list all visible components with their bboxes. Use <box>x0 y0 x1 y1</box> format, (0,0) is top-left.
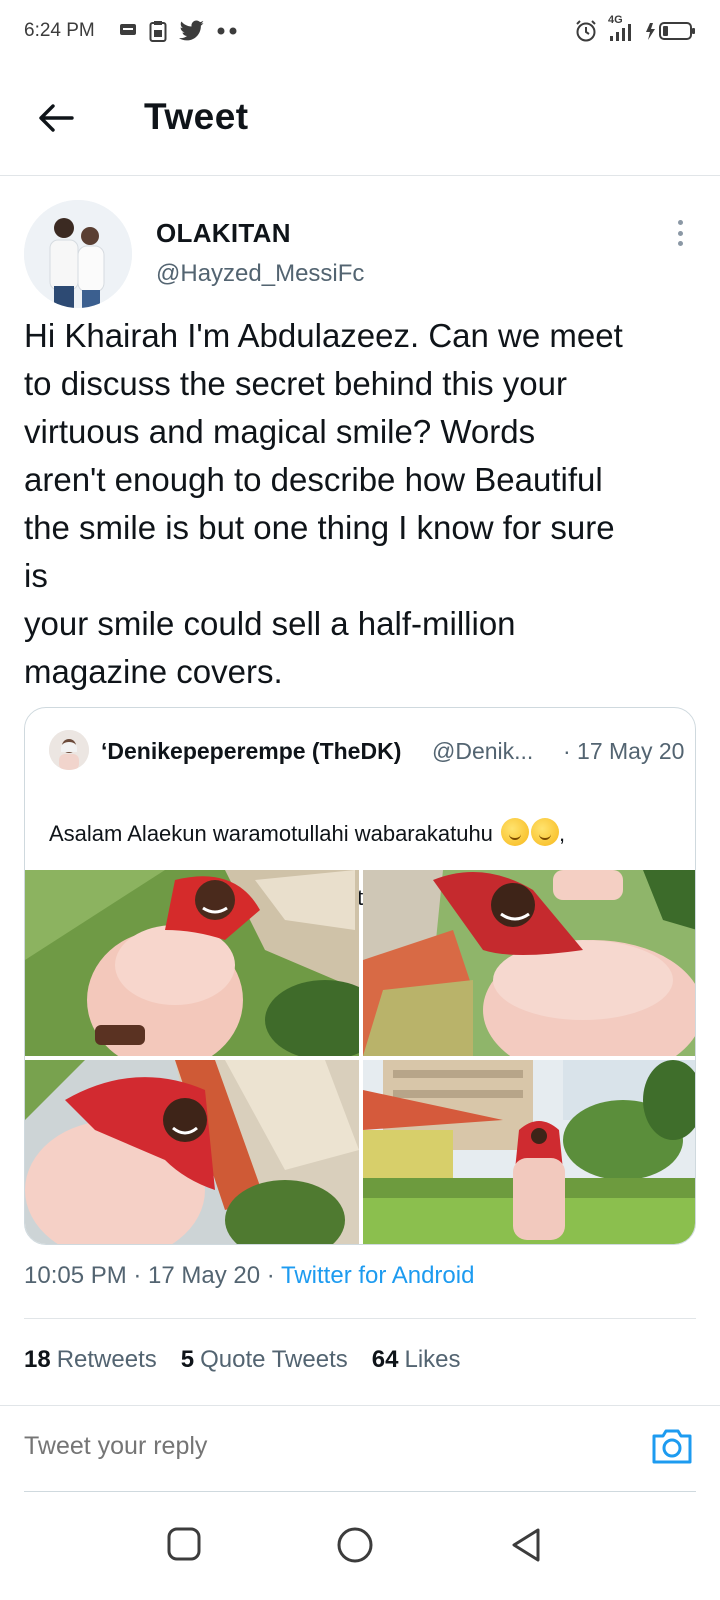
circle-icon <box>337 1527 373 1563</box>
hugging-face-emoji <box>501 818 530 846</box>
quoted-photo-4[interactable] <box>363 1060 695 1244</box>
page-title: Tweet <box>144 96 249 137</box>
clipboard-icon <box>149 21 167 42</box>
author-handle[interactable]: @Hayzed_MessiFc <box>156 260 364 288</box>
tweet-text: Hi Khairah I'm Abdulazeez. Can we meet t… <box>24 317 623 690</box>
retweets-count: 18 <box>24 1346 51 1373</box>
tweet-source-link[interactable]: Twitter for Android <box>281 1262 474 1289</box>
system-nav-bar <box>0 1492 720 1600</box>
tweet-timestamp: 10:05 PM · 17 May 20 · Twitter for Andro… <box>24 1262 474 1290</box>
quoted-text-line1: Asalam Alaekun waramotullahi wabarakatuh… <box>49 821 500 846</box>
quote-tweets-count: 5 <box>180 1346 195 1373</box>
back-button[interactable] <box>36 98 76 138</box>
retweets-label: Retweets <box>56 1346 157 1373</box>
author-avatar[interactable] <box>24 200 132 308</box>
reply-input[interactable] <box>24 1432 604 1461</box>
quoted-author-avatar <box>49 730 89 770</box>
recent-apps-button[interactable] <box>166 1526 206 1566</box>
quoted-photo-2[interactable] <box>363 870 695 1056</box>
quoted-tweet-card[interactable]: ‘Denikepeperempe (TheDK) @Denik... · 17 … <box>24 707 696 1245</box>
hugging-face-emoji <box>531 818 560 846</box>
likes-count: 64 <box>371 1346 399 1373</box>
engagement-stats: 18 Retweets 5 Quote Tweets 64 Likes <box>24 1346 461 1374</box>
status-bar: 6:24 PM 4G <box>0 0 720 62</box>
more-dots-icon <box>217 27 237 35</box>
back-nav-button[interactable] <box>508 1526 548 1566</box>
more-vertical-icon <box>677 220 683 225</box>
divider <box>24 1318 696 1319</box>
arrow-left-icon <box>39 104 74 132</box>
message-icon <box>119 24 136 35</box>
tweet-time-date: 10:05 PM · 17 May 20 · <box>24 1262 282 1289</box>
quoted-date: · 17 May 20 <box>563 738 685 764</box>
square-icon <box>167 1527 201 1561</box>
quoted-photo-1[interactable] <box>25 870 359 1056</box>
alarm-icon <box>576 20 596 42</box>
likes-stat[interactable]: 64 Likes <box>372 1346 461 1374</box>
top-app-bar: Tweet <box>0 62 720 176</box>
triangle-back-icon <box>512 1528 540 1562</box>
quote-tweets-stat[interactable]: 5 Quote Tweets <box>181 1346 348 1374</box>
quote-tweets-label: Quote Tweets <box>200 1346 348 1373</box>
more-options-button[interactable] <box>668 216 692 250</box>
camera-icon <box>652 1429 692 1464</box>
quoted-author-name: ‘Denikepeperempe (TheDK) <box>101 738 402 764</box>
battery-icon <box>646 22 695 40</box>
quoted-photo-3[interactable] <box>25 1060 359 1244</box>
reply-bar <box>0 1405 720 1492</box>
camera-button[interactable] <box>650 1424 694 1468</box>
retweets-stat[interactable]: 18 Retweets <box>24 1346 157 1374</box>
home-button[interactable] <box>336 1526 376 1566</box>
quoted-text-line1-end: , <box>559 821 566 846</box>
likes-label: Likes <box>404 1346 461 1373</box>
photo-grid <box>25 870 695 1244</box>
status-time: 6:24 PM <box>24 20 95 41</box>
quoted-author-handle: @Denik... <box>432 738 534 764</box>
signal-icon: 4G <box>608 14 634 43</box>
author-name[interactable]: OLAKITAN <box>156 218 291 249</box>
twitter-icon <box>178 20 204 41</box>
